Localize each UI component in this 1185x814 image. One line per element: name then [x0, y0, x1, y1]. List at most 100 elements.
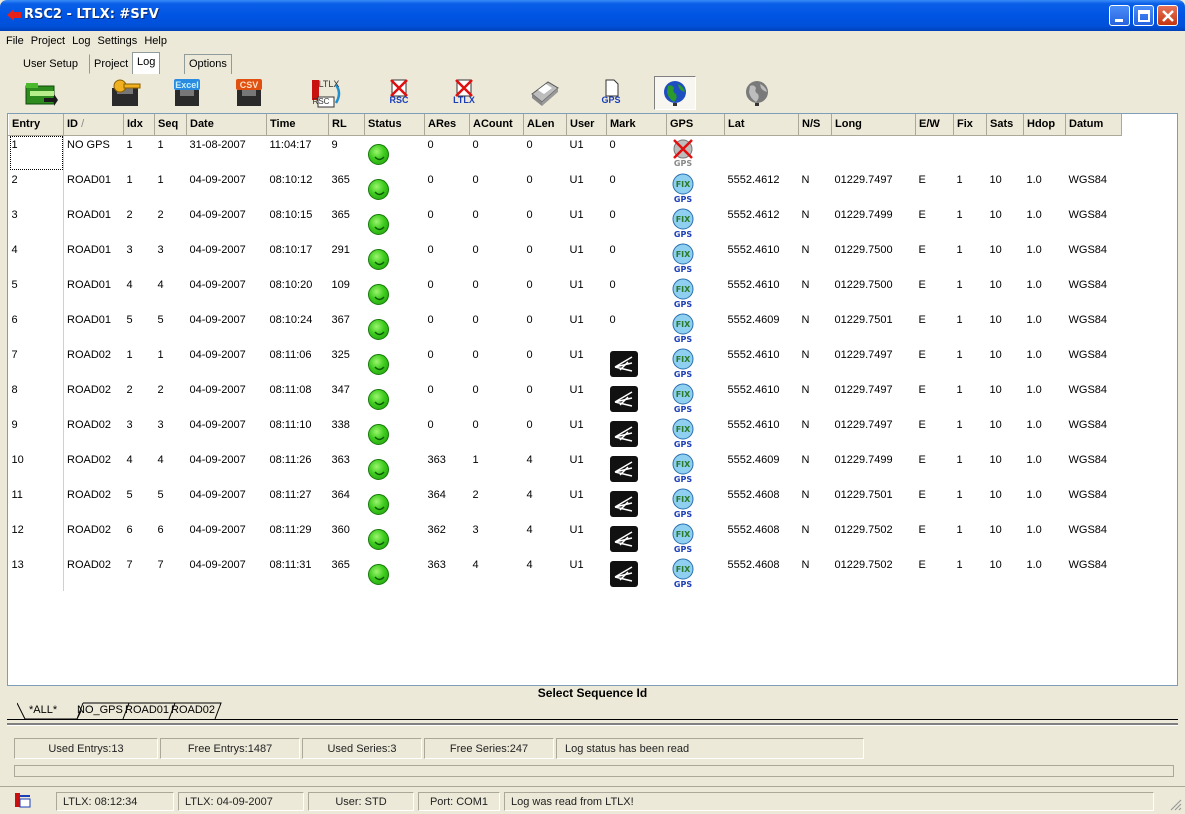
cell-alen: 0 — [526, 208, 533, 221]
cell-time: 08:11:27 — [269, 488, 312, 501]
table-row[interactable]: 1 NO GPS 1 1 31-08-2007 11:04:17 9 0 0 0 U1 0 GPS — [8, 135, 1122, 171]
table-row[interactable]: 10 ROAD02 4 4 04-09-2007 08:11:26 363 363 1 4 U1 FI… — [8, 450, 1122, 486]
col-datum[interactable]: Datum — [1065, 114, 1122, 136]
table-row[interactable]: 7 ROAD02 1 1 04-09-2007 08:11:06 325 0 0 0 U1 FIX GP… — [8, 345, 1122, 381]
col-date[interactable]: Date — [186, 114, 267, 136]
cell-ns: N — [801, 488, 810, 501]
cell-entry: 10 — [8, 450, 64, 486]
globe-color-button[interactable] — [654, 76, 696, 110]
tab-log[interactable]: Log — [132, 52, 161, 74]
col-ew[interactable]: E/W — [915, 114, 954, 136]
col-status[interactable]: Status — [364, 114, 425, 136]
cell-gps: FIX GPS — [667, 486, 725, 521]
tab-options[interactable]: Options — [184, 54, 232, 74]
col-alen[interactable]: ALen — [523, 114, 567, 136]
seq-tab-no-gps[interactable]: NO_GPS — [75, 702, 125, 719]
cell-idx: 2 — [126, 208, 133, 221]
delete-ltlx-button[interactable]: LTLX — [443, 76, 485, 110]
cell-fix: 1 — [956, 348, 963, 361]
cell-fix — [954, 135, 987, 171]
delete-rsc-button[interactable]: RSC — [378, 76, 420, 110]
col-seq[interactable]: Seq — [154, 114, 187, 136]
menu-file[interactable]: File — [6, 31, 28, 47]
col-mark[interactable]: Mark — [606, 114, 667, 136]
gps-fix-icon: FIX GPS — [672, 313, 693, 343]
cell-id: ROAD01 — [67, 243, 112, 256]
menu-settings[interactable]: Settings — [98, 31, 142, 47]
minimize-button[interactable] — [1109, 5, 1130, 26]
menu-help[interactable]: Help — [144, 31, 171, 47]
cell-idx: 1 — [126, 138, 133, 151]
table-row[interactable]: 2 ROAD01 1 1 04-09-2007 08:10:12 365 0 0 0 U1 0 FIX G… — [8, 170, 1122, 206]
col-idx[interactable]: Idx — [123, 114, 155, 136]
col-id-label: ID — [67, 118, 78, 131]
col-lat[interactable]: Lat — [724, 114, 799, 136]
col-ares[interactable]: ARes — [424, 114, 470, 136]
table-row[interactable]: 11 ROAD02 5 5 04-09-2007 08:11:27 364 364 2 4 U1 FI… — [8, 485, 1122, 521]
print-button[interactable] — [524, 76, 566, 110]
cell-seq: 3 — [157, 243, 164, 256]
col-long[interactable]: Long — [831, 114, 916, 136]
table-row[interactable]: 6 ROAD01 5 5 04-09-2007 08:10:24 367 0 0 0 U1 0 FIX G… — [8, 310, 1122, 346]
cell-ares: 363 — [427, 453, 446, 466]
table-row[interactable]: 3 ROAD01 2 2 04-09-2007 08:10:15 365 0 0 0 U1 0 FIX G… — [8, 205, 1122, 241]
status-bar: LTLX: 08:12:34 LTLX: 04-09-2007 User: ST… — [0, 786, 1185, 814]
col-entry[interactable]: Entry — [8, 114, 64, 136]
close-button[interactable] — [1157, 5, 1178, 26]
col-fix[interactable]: Fix — [953, 114, 987, 136]
seq-tab-road01[interactable]: ROAD01 — [123, 702, 171, 719]
col-sats[interactable]: Sats — [986, 114, 1024, 136]
col-id[interactable]: ID / — [63, 114, 124, 136]
cell-rl: 360 — [331, 523, 350, 536]
gps-file-button[interactable]: GPS — [590, 76, 632, 110]
seq-tab-road02[interactable]: ROAD02 — [169, 702, 217, 719]
table-row[interactable]: 5 ROAD01 4 4 04-09-2007 08:10:20 109 0 0 0 U1 0 FIX G… — [8, 275, 1122, 311]
cell-ew: E — [918, 453, 926, 466]
cell-ns: N — [801, 453, 810, 466]
ltlx-label: LTLX — [318, 79, 340, 89]
svg-text:GPS: GPS — [673, 335, 691, 343]
cell-entry: 12 — [8, 520, 64, 556]
col-acount[interactable]: ACount — [469, 114, 524, 136]
col-gps[interactable]: GPS — [666, 114, 725, 136]
maximize-button[interactable] — [1133, 5, 1154, 26]
title-bar[interactable]: RSC2 - LTLX: #SFV — [0, 0, 1185, 31]
col-rl[interactable]: RL — [328, 114, 365, 136]
table-row[interactable]: 4 ROAD01 3 3 04-09-2007 08:10:17 291 0 0 0 U1 0 FIX G… — [8, 240, 1122, 276]
cell-alen: 4 — [526, 523, 533, 536]
table-row[interactable]: 12 ROAD02 6 6 04-09-2007 08:11:29 360 362 3 4 U1 FI… — [8, 520, 1122, 556]
col-ns[interactable]: N/S — [798, 114, 832, 136]
col-time[interactable]: Time — [266, 114, 329, 136]
cell-sats: 10 — [989, 208, 1002, 221]
cell-time: 08:10:17 — [269, 243, 313, 256]
table-row[interactable]: 8 ROAD02 2 2 04-09-2007 08:11:08 347 0 0 0 U1 FIX GP… — [8, 380, 1122, 416]
cell-ns: N — [801, 523, 810, 536]
menu-project[interactable]: Project — [31, 31, 69, 47]
cell-long: 01229.7501 — [834, 313, 893, 326]
svg-text:GPS: GPS — [673, 265, 691, 273]
svg-text:GPS: GPS — [673, 545, 691, 553]
open-folder-button[interactable] — [20, 76, 62, 110]
key-save-button[interactable] — [104, 76, 146, 110]
globe-gray-button[interactable] — [736, 76, 778, 110]
road-mark-icon — [609, 385, 638, 412]
export-csv-button[interactable]: CSV — [228, 76, 270, 110]
seq-tab-all[interactable]: *ALL* — [27, 702, 59, 719]
menu-log[interactable]: Log — [72, 31, 94, 47]
table-row[interactable]: 13 ROAD02 7 7 04-09-2007 08:11:31 365 363 4 4 U1 FI… — [8, 555, 1122, 591]
table-row[interactable]: 9 ROAD02 3 3 04-09-2007 08:11:10 338 0 0 0 U1 FIX GP… — [8, 415, 1122, 451]
cell-hdop: 1.0 — [1026, 453, 1042, 466]
col-hdop[interactable]: Hdop — [1023, 114, 1066, 136]
export-excel-button[interactable]: Excel — [166, 76, 208, 110]
tab-project[interactable]: Project — [89, 54, 133, 74]
tab-user-setup[interactable]: User Setup — [18, 54, 83, 74]
cell-sats: 10 — [989, 348, 1002, 361]
cell-status — [365, 346, 425, 381]
cell-ew: E — [918, 488, 926, 501]
ltlx-to-rsc-button[interactable]: LTLX RSC — [306, 76, 348, 110]
log-grid[interactable]: Entry ID / Idx Seq Date Time RL Status A… — [7, 113, 1178, 686]
cell-long: 01229.7499 — [834, 453, 893, 466]
col-user[interactable]: User — [566, 114, 607, 136]
resize-grip-icon[interactable] — [1168, 797, 1182, 811]
cell-datum: WGS84 — [1068, 208, 1108, 221]
